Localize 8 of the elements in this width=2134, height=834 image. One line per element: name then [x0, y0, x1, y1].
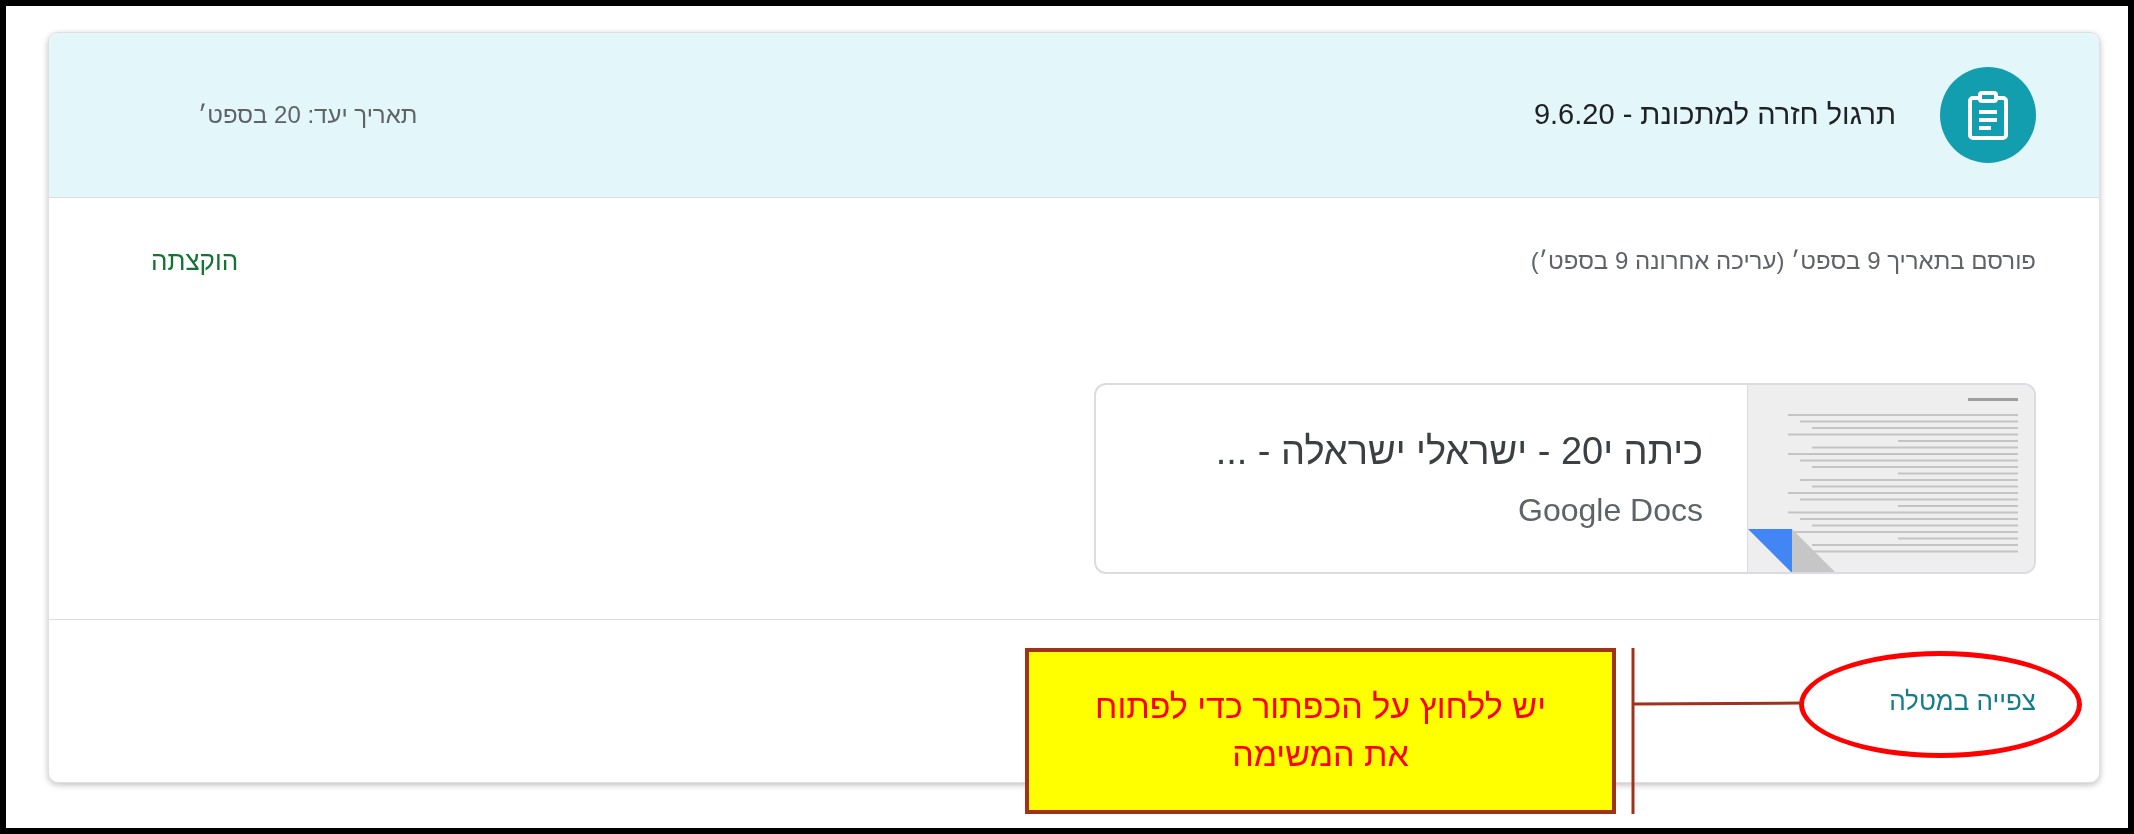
posted-date: פורסם בתאריך 9 בספט׳ (עריכה אחרונה 9 בספט׳) — [1530, 246, 2036, 276]
view-assignment-link[interactable]: צפייה במטלה — [1889, 681, 2036, 721]
callout-text: יש ללחוץ על הכפתור כדי לפתוח את המשימה — [1094, 686, 1547, 775]
attachment-title: כיתה י20 - ישראלי ישראלה - ... — [1215, 429, 1703, 474]
due-date: תאריך יעד: 20 בספט׳ — [198, 100, 418, 130]
status-label: הוקצתה — [151, 244, 239, 278]
attachment-type: Google Docs — [1517, 491, 1703, 530]
assignment-title: תרגול חזרה למתכונת - 9.6.20 — [1533, 97, 1896, 133]
